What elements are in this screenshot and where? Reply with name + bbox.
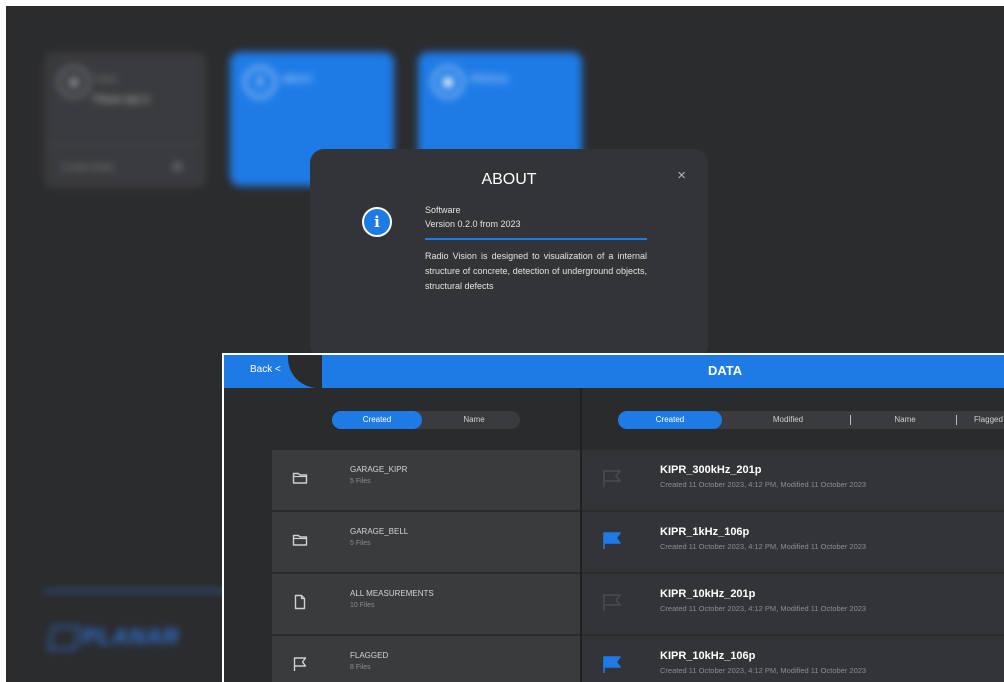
folder-file-count: 5 Files [350, 540, 371, 547]
files-pane: Created Modified Name Flagged KIPR_300kH… [582, 388, 1004, 682]
folder-row[interactable]: GARAGE_BELL 5 Files [272, 512, 580, 574]
data-title: DATA [708, 363, 743, 378]
flag-outline-icon[interactable] [602, 468, 622, 488]
flag-filled-icon[interactable] [602, 654, 622, 674]
software-label: Software [425, 205, 461, 215]
folder-row[interactable]: FLAGGED 8 Files [272, 636, 580, 682]
header-notch [288, 355, 322, 388]
file-row[interactable]: KIPR_10kHz_201p Created 11 October 2023, … [582, 574, 1004, 636]
file-icon [292, 594, 308, 610]
file-meta: Created 11 October 2023, 4:12 PM, Modifi… [660, 542, 867, 551]
create-folder-label: Create folder [62, 162, 115, 172]
login-subtitle: Please sign in [94, 94, 151, 104]
folder-name: GARAGE_KIPR [350, 465, 408, 474]
folder-row[interactable]: ALL MEASUREMENTS 10 Files [272, 574, 580, 636]
file-meta: Created 11 October 2023, 4:12 PM, Modifi… [660, 666, 867, 675]
about-divider [425, 238, 647, 240]
footer-divider [44, 590, 244, 592]
flag-outline-icon[interactable] [602, 592, 622, 612]
tile-divider [44, 144, 206, 145]
flag-outline-icon [292, 656, 308, 672]
folder-name: FLAGGED [350, 651, 389, 660]
file-sort-modified[interactable]: Modified [726, 411, 850, 429]
sort-separator [850, 415, 851, 425]
folder-icon [292, 470, 308, 486]
folder-icon [292, 532, 308, 548]
app-screen: ● Entry Please sign in Create folder + i… [6, 6, 1004, 682]
file-sort-created[interactable]: Created [618, 411, 722, 429]
profile-tile-label: PROFILE [470, 74, 509, 84]
info-icon: i [244, 66, 276, 98]
sort-separator [956, 415, 957, 425]
folder-row[interactable]: GARAGE_KIPR 5 Files [272, 450, 580, 512]
file-row[interactable]: KIPR_300kHz_201p Created 11 October 2023,… [582, 450, 1004, 512]
folder-name: ALL MEASUREMENTS [350, 589, 434, 598]
user-icon: ● [58, 66, 90, 98]
about-description: Radio Vision is designed to visualizatio… [425, 251, 647, 291]
plus-icon[interactable]: + [171, 154, 184, 180]
about-tile-label: ABOUT [282, 74, 314, 84]
folder-file-count: 10 Files [350, 602, 375, 609]
folder-file-count: 8 Files [350, 664, 371, 671]
file-name: KIPR_1kHz_106p [660, 526, 750, 538]
flag-filled-icon[interactable] [602, 530, 622, 550]
login-title: Entry [96, 74, 118, 84]
file-name: KIPR_10kHz_201p [660, 588, 756, 600]
file-name: KIPR_10kHz_106p [660, 650, 756, 662]
folder-sort-name[interactable]: Name [428, 411, 520, 429]
file-name: KIPR_300kHz_201p [660, 464, 762, 476]
file-sort-control: Created Modified Name Flagged [618, 411, 1004, 429]
file-sort-name[interactable]: Name [854, 411, 956, 429]
data-header: Back < DATA [224, 355, 1004, 388]
file-meta: Created 11 October 2023, 4:12 PM, Modifi… [660, 604, 867, 613]
profile-icon: ● [432, 66, 464, 98]
about-dialog-title: ABOUT [481, 171, 537, 188]
file-sort-flagged[interactable]: Flagged [960, 411, 1004, 429]
version-text: Version 0.2.0 from 2023 [425, 219, 521, 229]
folders-pane: Created Name GARAGE_KIPR 5 Files GARAGE_BE… [224, 388, 580, 682]
data-panel: Back < DATA Created Name GARAGE_KIPR 5 Fi… [222, 353, 1004, 682]
login-tile[interactable]: ● Entry Please sign in Create folder + [44, 52, 206, 188]
folder-sort-control: Created Name [332, 411, 520, 429]
back-button[interactable]: Back < [250, 364, 281, 375]
info-icon: i [362, 207, 392, 237]
file-row[interactable]: KIPR_1kHz_106p Created 11 October 2023, 4… [582, 512, 1004, 574]
folder-name: GARAGE_BELL [350, 527, 409, 536]
folder-file-count: 5 Files [350, 478, 371, 485]
file-row[interactable]: KIPR_10kHz_106p Created 11 October 2023, … [582, 636, 1004, 682]
logo-text: PLANAR [82, 624, 180, 649]
about-dialog: ABOUT × i Software Version 0.2.0 from 20… [310, 149, 708, 359]
planar-logo: PLANAR [47, 624, 196, 654]
file-meta: Created 11 October 2023, 4:12 PM, Modifi… [660, 480, 867, 489]
folder-sort-created[interactable]: Created [332, 411, 422, 429]
close-icon[interactable]: × [677, 167, 686, 184]
